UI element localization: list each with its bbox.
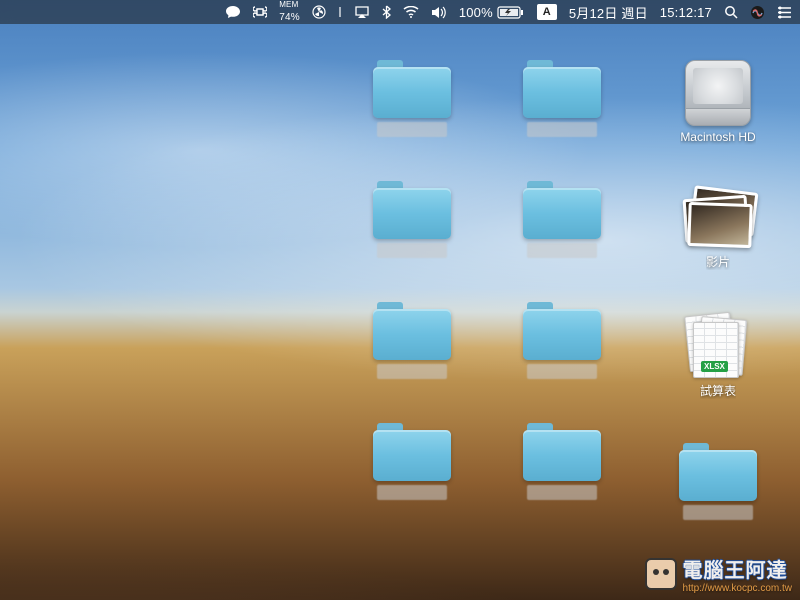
folder-icon <box>523 423 601 481</box>
icon-label: Macintosh HD <box>680 130 755 145</box>
hdd-icon <box>685 60 751 126</box>
divider-icon <box>338 5 342 19</box>
icon-label <box>527 243 597 258</box>
source-watermark: 電腦王阿達 http://www.kocpc.com.tw <box>645 554 792 594</box>
folder-icon <box>373 302 451 360</box>
wifi-icon[interactable] <box>403 6 419 18</box>
icon-label <box>527 485 597 500</box>
watermark-mascot-icon <box>645 558 677 590</box>
icon-label: 影片 <box>706 253 730 270</box>
icon-label <box>527 122 597 137</box>
mem-percent: 74% <box>279 13 300 23</box>
messages-icon[interactable] <box>225 5 241 19</box>
folder-icon <box>373 423 451 481</box>
folder-icon <box>373 181 451 239</box>
video-stack-icon <box>682 189 754 249</box>
spreadsheet-stack-icon: XLSX <box>685 314 751 378</box>
time-display[interactable]: 15:12:17 <box>660 5 712 20</box>
mem-label: MEM <box>279 1 298 9</box>
icon-label <box>377 243 447 258</box>
desktop-folder[interactable] <box>362 302 462 379</box>
icon-label <box>527 364 597 379</box>
desktop-folder[interactable] <box>362 181 462 258</box>
fan-icon[interactable] <box>312 5 326 19</box>
desktop-folder[interactable] <box>512 60 612 137</box>
desktop-folder[interactable] <box>512 302 612 379</box>
folder-icon <box>523 302 601 360</box>
input-source-letter: A <box>537 4 557 20</box>
memory-monitor[interactable]: MEM 74% <box>279 1 300 23</box>
xlsx-badge: XLSX <box>701 361 728 372</box>
icon-label <box>377 364 447 379</box>
folder-icon <box>523 181 601 239</box>
watermark-title: 電腦王阿達 <box>683 554 792 583</box>
folder-icon <box>679 443 757 501</box>
battery-percent: 100% <box>459 5 493 20</box>
battery-status[interactable]: 100% <box>459 5 525 20</box>
command-icon[interactable] <box>253 5 267 19</box>
desktop-folder[interactable] <box>362 60 462 137</box>
icon-label <box>377 122 447 137</box>
desktop-folder[interactable] <box>362 423 462 500</box>
desktop-folder[interactable] <box>512 423 612 500</box>
watermark-url: http://www.kocpc.com.tw <box>683 583 792 594</box>
icon-label <box>377 485 447 500</box>
bluetooth-icon[interactable] <box>382 5 391 19</box>
input-source[interactable]: A <box>537 4 557 20</box>
volume-icon[interactable] <box>431 6 447 19</box>
airplay-icon[interactable] <box>354 6 370 19</box>
desktop-folder[interactable] <box>512 181 612 258</box>
stack-videos[interactable]: 影片 <box>668 189 768 270</box>
folder-icon <box>523 60 601 118</box>
siri-icon[interactable] <box>750 5 765 20</box>
stack-spreadsheets[interactable]: XLSX 試算表 <box>668 314 768 399</box>
desktop-folder[interactable] <box>668 443 768 520</box>
drive-macintosh-hd[interactable]: Macintosh HD <box>668 60 768 145</box>
icon-label: 試算表 <box>700 382 736 399</box>
notification-center-icon[interactable] <box>777 6 792 19</box>
spotlight-icon[interactable] <box>724 5 738 19</box>
desktop[interactable]: Macintosh HD 影片 XLSX 試算表 <box>0 24 800 600</box>
folder-icon <box>373 60 451 118</box>
date-display[interactable]: 5月12日 週日 <box>569 3 648 22</box>
menu-bar: MEM 74% 100% A 5月12日 週日 15:12:17 <box>0 0 800 24</box>
icon-label <box>683 505 753 520</box>
